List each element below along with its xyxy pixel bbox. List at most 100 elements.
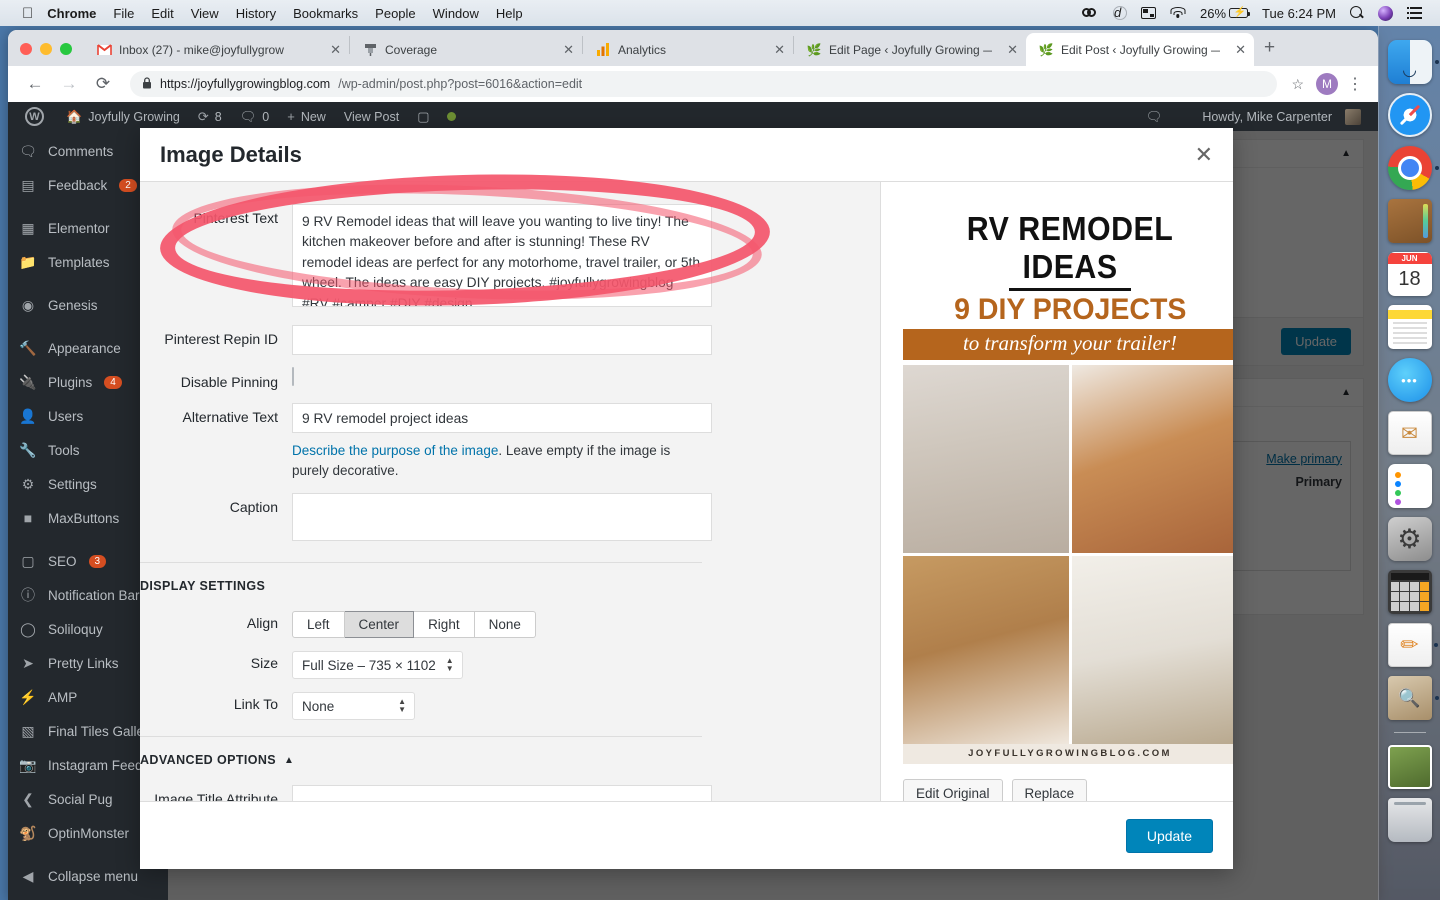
reload-button[interactable]: ⟳ <box>88 69 118 99</box>
close-window-button[interactable] <box>20 43 32 55</box>
control-center-icon[interactable] <box>1407 7 1422 19</box>
url-path: /wp-admin/post.php?post=6016&action=edit <box>338 77 583 91</box>
profile-avatar[interactable]: M <box>1316 73 1338 95</box>
reminders-icon[interactable] <box>1387 464 1432 508</box>
tab-close-icon[interactable]: ✕ <box>766 42 785 58</box>
tab-label: Coverage <box>385 42 438 57</box>
page-title: Image Details <box>160 141 302 167</box>
tab-close-icon[interactable]: ✕ <box>1227 42 1246 58</box>
chevron-updown-icon: ▲ ▼ <box>445 656 454 674</box>
align-center-button[interactable]: Center <box>344 611 415 639</box>
modal-body: Pinterest Text Pinterest Repin ID Disabl… <box>140 182 1233 801</box>
menubar-item-window[interactable]: Window <box>433 6 479 21</box>
menubar-item-help[interactable]: Help <box>496 6 523 21</box>
creative-cloud-icon[interactable] <box>1082 6 1099 20</box>
tab-close-icon[interactable]: ✕ <box>555 42 574 58</box>
pinterest-text-input[interactable] <box>292 204 712 307</box>
share-icon: ❮ <box>22 790 34 807</box>
address-bar[interactable]: https://joyfullygrowingblog.com/wp-admin… <box>130 71 1278 97</box>
tab-analytics[interactable]: Analytics ✕ <box>583 33 793 66</box>
tab-close-icon[interactable]: ✕ <box>999 42 1018 58</box>
sidebar-item-label: Collapse menu <box>48 868 139 884</box>
chrome-icon[interactable] <box>1387 146 1439 190</box>
edit-original-button[interactable]: Edit Original <box>903 778 1003 801</box>
wp-new[interactable]: + New <box>278 109 335 124</box>
sidebar-item-label: Settings <box>48 476 97 492</box>
siri-icon[interactable] <box>1378 5 1393 21</box>
collapse-icon: ◀ <box>22 867 34 884</box>
battery-status[interactable]: 26% ⚡ <box>1200 6 1251 21</box>
align-none-button[interactable]: None <box>474 611 536 639</box>
messages-icon[interactable] <box>1387 358 1432 402</box>
apple-icon[interactable]:  <box>22 6 33 21</box>
replace-button[interactable]: Replace <box>1011 778 1088 801</box>
menubar-item-file[interactable]: File <box>113 6 134 21</box>
size-select[interactable]: Full Size – 735 × 1102 ▲ ▼ <box>292 651 463 680</box>
notes-icon[interactable] <box>1387 305 1432 349</box>
divider <box>140 736 702 738</box>
close-icon[interactable]: ✕ <box>1195 143 1213 166</box>
wp-view-post[interactable]: View Post <box>335 110 408 124</box>
tab-coverage[interactable]: Coverage ✕ <box>350 33 582 66</box>
sidebar-item-label: Plugins <box>48 374 93 390</box>
wp-howdy[interactable]: 🗨 Howdy, Mike Carpenter <box>1137 108 1370 125</box>
menubar-item-edit[interactable]: Edit <box>151 6 173 21</box>
menubar-clock[interactable]: Tue 6:24 PM <box>1262 6 1336 21</box>
dropbox-icon[interactable]: d <box>1113 6 1128 20</box>
tab-gmail[interactable]: Inbox (27) - mike@joyfullygrow ✕ <box>84 33 349 66</box>
alt-text-input[interactable] <box>292 403 712 433</box>
caption-row: Caption <box>140 493 858 546</box>
pin-photo-sofa <box>1071 364 1233 553</box>
system-preferences-icon[interactable] <box>1387 517 1432 561</box>
bookmark-star-icon[interactable]: ☆ <box>1291 76 1304 93</box>
calculator-icon[interactable] <box>1387 570 1432 614</box>
trash-icon[interactable] <box>1387 798 1432 842</box>
display-settings-title: DISPLAY SETTINGS <box>140 579 266 594</box>
search-icon[interactable] <box>1350 6 1364 20</box>
sidebar-item-label: Users <box>48 408 84 424</box>
tab-close-icon[interactable]: ✕ <box>322 42 341 58</box>
menubar-item-people[interactable]: People <box>375 6 415 21</box>
url-domain: https://joyfullygrowingblog.com <box>160 77 331 91</box>
tab-edit-page[interactable]: 🌿 Edit Page ‹ Joyfully Growing — ✕ <box>794 33 1026 66</box>
menubar-item-chrome[interactable]: Chrome <box>47 6 96 21</box>
safari-icon[interactable] <box>1387 93 1432 137</box>
align-right-button[interactable]: Right <box>414 611 475 639</box>
wp-yoast[interactable]: ▢ <box>408 109 438 125</box>
disable-pinning-checkbox[interactable] <box>292 367 294 386</box>
describe-image-link[interactable]: Describe the purpose of the image <box>292 443 498 458</box>
wp-comments[interactable]: 🗨 0 <box>231 109 278 125</box>
image-title-input[interactable] <box>292 785 712 801</box>
calendar-icon[interactable]: JUN 18 <box>1387 252 1432 296</box>
menubar-item-view[interactable]: View <box>191 6 219 21</box>
menubar-item-history[interactable]: History <box>236 6 276 21</box>
optinmonster-icon: 🐒 <box>19 824 37 841</box>
back-button[interactable]: ← <box>20 69 50 99</box>
minimize-window-button[interactable] <box>40 43 52 55</box>
preview-icon[interactable] <box>1387 676 1439 720</box>
finder-icon[interactable] <box>1387 40 1439 84</box>
contacts-icon[interactable] <box>1387 199 1432 243</box>
link-to-select[interactable]: None ▲ ▼ <box>292 692 415 721</box>
pages-icon[interactable] <box>1387 623 1438 667</box>
menubar-item-bookmarks[interactable]: Bookmarks <box>293 6 358 21</box>
screen:  Chrome File Edit View History Bookmark… <box>0 0 1440 900</box>
wp-site-name[interactable]: 🏠 Joyfully Growing <box>57 109 189 125</box>
maximize-window-button[interactable] <box>60 43 72 55</box>
chrome-menu-icon[interactable]: ⋮ <box>1344 74 1366 94</box>
pinterest-repin-input[interactable] <box>292 325 712 355</box>
wp-updates[interactable]: ⟳ 8 <box>189 109 231 125</box>
photos-icon[interactable] <box>1387 745 1432 789</box>
wp-logo-item[interactable]: W <box>16 107 57 126</box>
tab-edit-post[interactable]: 🌿 Edit Post ‹ Joyfully Growing — ✕ <box>1026 33 1254 66</box>
new-tab-button[interactable]: + <box>1254 37 1285 66</box>
mail-icon[interactable] <box>1387 411 1432 455</box>
align-left-button[interactable]: Left <box>292 611 345 639</box>
caption-input[interactable] <box>292 493 712 542</box>
wifi-icon[interactable] <box>1170 7 1186 19</box>
window-controls <box>16 43 84 66</box>
forward-button[interactable]: → <box>54 69 84 99</box>
grid-icon[interactable] <box>1141 7 1157 19</box>
advanced-options-header[interactable]: ADVANCED OPTIONS ▲ <box>140 753 858 767</box>
modal-update-button[interactable]: Update <box>1125 818 1213 853</box>
